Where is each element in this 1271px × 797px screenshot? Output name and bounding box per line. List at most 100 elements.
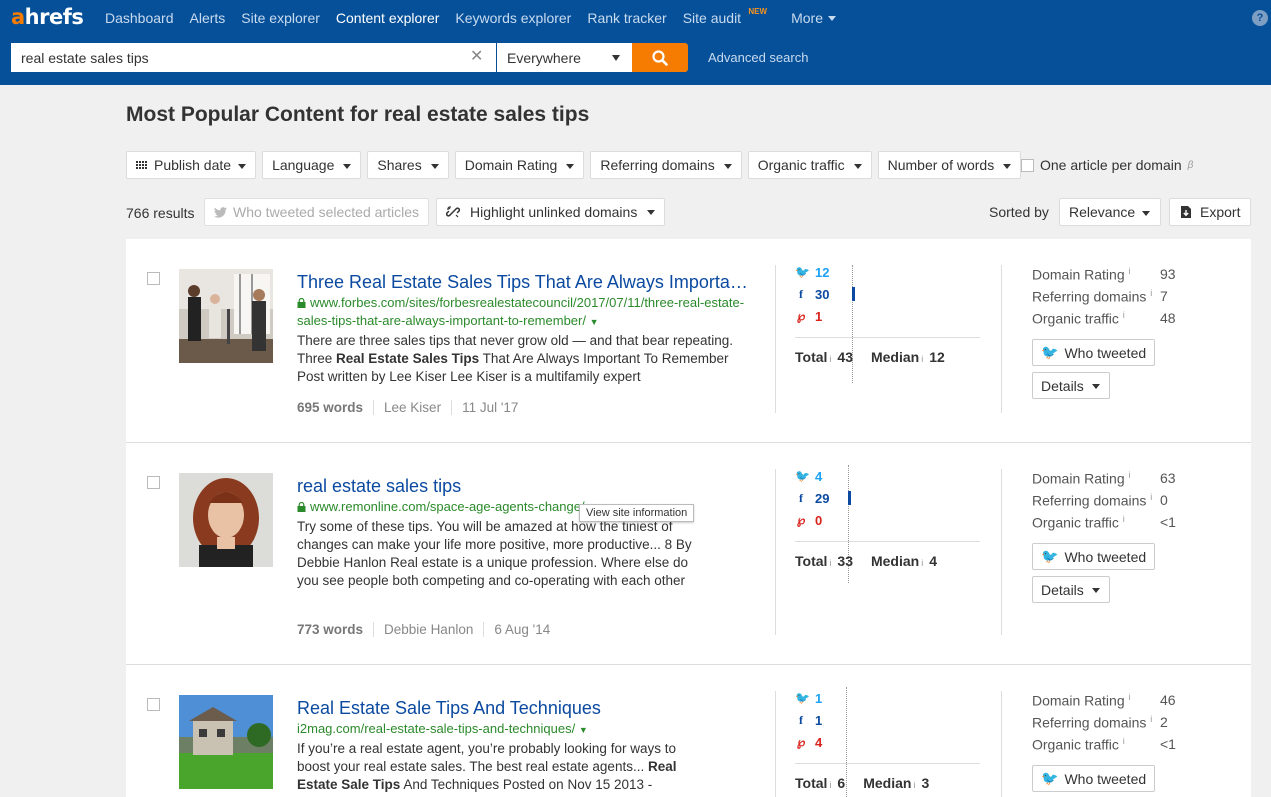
export-label: Export — [1200, 204, 1241, 220]
filter-domain-rating[interactable]: Domain Rating — [454, 151, 585, 179]
one-article-per-domain[interactable]: One article per domain β — [1021, 157, 1193, 173]
facebook-shares[interactable]: f 29 — [795, 490, 829, 506]
pinterest-shares[interactable]: ℘ 1 — [795, 308, 822, 324]
article-thumbnail[interactable] — [179, 695, 273, 789]
twitter-icon — [214, 206, 227, 218]
one-per-domain-checkbox[interactable] — [1021, 158, 1034, 172]
chevron-down-icon — [566, 163, 575, 169]
divider — [1001, 691, 1002, 797]
article-meta: 695 words Lee Kiser 11 Jul '17 — [297, 400, 528, 415]
domain-rating-stat: Domain Rating i 93 — [1032, 266, 1176, 283]
nav-site-explorer[interactable]: Site explorer — [241, 10, 320, 26]
nav-rank-tracker[interactable]: Rank tracker — [587, 10, 666, 26]
divider — [1001, 469, 1002, 635]
chevron-down-icon — [1142, 211, 1150, 216]
chevron-down-icon — [827, 15, 836, 21]
nav-dashboard[interactable]: Dashboard — [105, 10, 174, 26]
nav-site-audit[interactable]: Site audit NEW — [683, 7, 767, 26]
article-title[interactable]: Real Estate Sale Tips And Techniques — [297, 698, 752, 719]
highlight-unlinked-domains-button[interactable]: Highlight unlinked domains — [436, 198, 666, 226]
article-snippet: Try some of these tips. You will be amaz… — [297, 519, 692, 588]
divider — [1001, 265, 1002, 413]
filter-number-of-words[interactable]: Number of words — [877, 151, 1022, 179]
article-card: Real Estate Sale Tips And Techniques i2m… — [126, 665, 1251, 797]
pinterest-shares[interactable]: ℘ 4 — [795, 734, 822, 750]
advanced-search-link[interactable]: Advanced search — [708, 50, 808, 65]
details-button[interactable]: Details — [1032, 372, 1110, 399]
filter-label: Referring domains — [600, 157, 715, 173]
who-tweeted-button[interactable]: 🐦 Who tweeted — [1032, 543, 1156, 570]
who-tweeted-selected-label: Who tweeted selected articles — [233, 204, 419, 220]
chevron-down-icon — [343, 163, 352, 169]
help-icon[interactable]: ? — [1252, 10, 1268, 26]
chevron-down-icon — [238, 163, 247, 169]
chevron-down-icon — [430, 163, 439, 169]
twitter-shares[interactable]: 🐦 4 — [795, 468, 822, 484]
article-checkbox[interactable] — [147, 476, 160, 489]
median-shares: 3 — [921, 775, 930, 791]
twitter-icon: 🐦 — [1041, 344, 1059, 360]
search-input[interactable]: real estate sales tips — [11, 43, 496, 72]
nav-content-explorer[interactable]: Content explorer — [336, 10, 440, 26]
sort-value: Relevance — [1069, 204, 1136, 220]
search-scope-select[interactable]: Everywhere — [497, 43, 632, 72]
author[interactable]: Debbie Hanlon — [373, 622, 483, 637]
facebook-icon: f — [799, 286, 803, 301]
filter-publish-date[interactable]: Publish date — [126, 151, 257, 179]
twitter-shares[interactable]: 🐦 1 — [795, 690, 822, 706]
sort-select[interactable]: Relevance — [1059, 198, 1161, 226]
divider — [775, 469, 776, 635]
facebook-shares[interactable]: f1 — [795, 712, 822, 728]
who-tweeted-selected-button[interactable]: Who tweeted selected articles — [204, 198, 429, 226]
filter-organic-traffic[interactable]: Organic traffic — [747, 151, 872, 179]
twitter-shares[interactable]: 🐦 12 — [795, 264, 829, 280]
median-shares: 12 — [929, 349, 945, 365]
article-checkbox[interactable] — [147, 272, 160, 285]
details-button[interactable]: Details — [1032, 576, 1110, 603]
filter-language[interactable]: Language — [262, 151, 362, 179]
article-snippet: If you’re a real estate agent, you’re pr… — [297, 741, 677, 792]
article-checkbox[interactable] — [147, 698, 160, 711]
facebook-shares[interactable]: f 30 — [795, 286, 829, 302]
download-icon — [1181, 206, 1191, 218]
site-info-tooltip: View site information — [579, 504, 695, 522]
new-badge: NEW — [748, 7, 768, 16]
sorted-by-label: Sorted by — [989, 204, 1049, 220]
highlight-label: Highlight unlinked domains — [470, 204, 638, 220]
nav-alerts[interactable]: Alerts — [190, 10, 226, 26]
filter-label: Domain Rating — [464, 157, 558, 173]
share-totals: Total i 33 Median i 4 — [795, 553, 938, 569]
chevron-down-icon — [853, 163, 862, 169]
clear-search-icon[interactable]: ✕ — [470, 49, 483, 65]
article-title[interactable]: Three Real Estate Sales Tips That Are Al… — [297, 272, 752, 293]
filter-shares[interactable]: Shares — [367, 151, 449, 179]
twitter-icon: 🐦 — [1041, 548, 1059, 564]
chevron-down-icon[interactable]: ▼ — [579, 725, 588, 735]
article-thumbnail[interactable] — [179, 473, 273, 567]
nav-more[interactable]: More — [791, 10, 836, 26]
search-button[interactable] — [632, 43, 688, 72]
pinterest-shares[interactable]: ℘ 0 — [795, 512, 822, 528]
article-url[interactable]: i2mag.com/real-estate-sale-tips-and-tech… — [297, 720, 752, 739]
organic-traffic-stat: Organic traffic i <1 — [1032, 736, 1176, 753]
median-shares: 4 — [929, 553, 938, 569]
ahrefs-logo[interactable]: ahrefs — [11, 5, 84, 29]
pinterest-icon: ℘ — [796, 512, 806, 527]
export-button[interactable]: Export — [1169, 198, 1251, 226]
article-url-text: www.remonline.com/space-age-agents-chang… — [310, 499, 585, 514]
article-title[interactable]: real estate sales tips — [297, 476, 752, 497]
nav-keywords-explorer[interactable]: Keywords explorer — [455, 10, 571, 26]
share-totals: Total i 43 Median i 12 — [795, 349, 945, 365]
one-per-domain-label: One article per domain — [1040, 157, 1182, 173]
chevron-down-icon[interactable]: ▼ — [590, 317, 599, 327]
author[interactable]: Lee Kiser — [373, 400, 451, 415]
who-tweeted-button[interactable]: 🐦 Who tweeted — [1032, 765, 1156, 792]
article-url[interactable]: www.forbes.com/sites/forbesrealestatecou… — [297, 294, 752, 331]
filter-referring-domains[interactable]: Referring domains — [590, 151, 742, 179]
who-tweeted-button[interactable]: 🐦 Who tweeted — [1032, 339, 1156, 366]
organic-traffic-stat: Organic traffic i <1 — [1032, 514, 1176, 531]
facebook-share-bar — [852, 287, 855, 301]
chevron-down-icon — [612, 55, 620, 61]
domain-rating-value: 63 — [1160, 470, 1176, 486]
article-thumbnail[interactable] — [179, 269, 273, 363]
